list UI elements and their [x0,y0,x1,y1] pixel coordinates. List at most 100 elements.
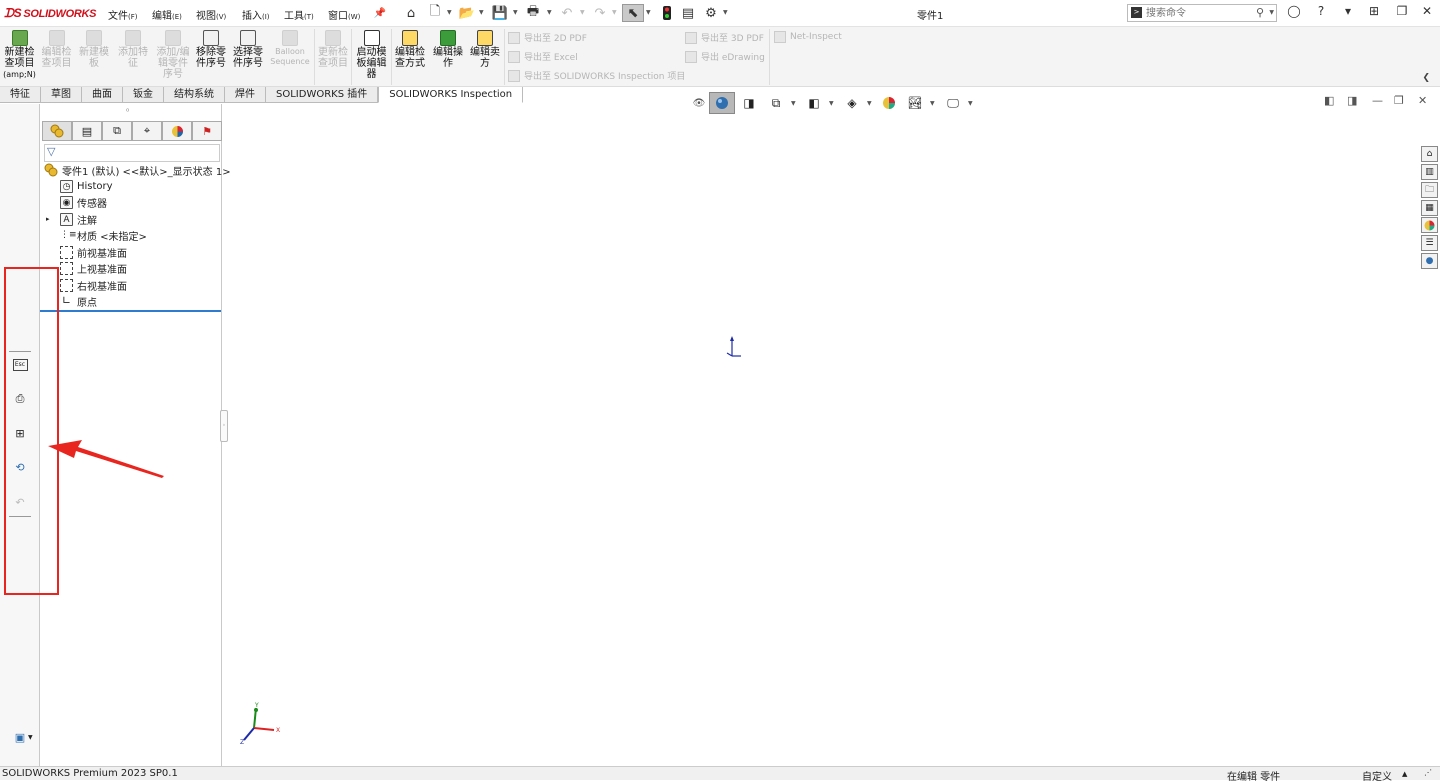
design-library-icon[interactable]: ▥ [1421,164,1438,180]
solidworks-logo[interactable]: ᗪS SOLIDWORKS [4,6,96,21]
tab-structure-system[interactable]: 结构系统 [164,87,225,103]
tab-weldments[interactable]: 焊件 [225,87,266,103]
new-document-icon[interactable]: 🗋 [425,4,445,22]
help-dropdown-icon[interactable]: ▾ [1338,4,1358,22]
search-command-input[interactable] [1146,6,1256,20]
view-orientation-dropdown-icon[interactable]: ▼ [791,100,796,107]
tree-item-history[interactable]: ◷ History [60,178,113,194]
display-manager-tab-icon[interactable] [162,121,192,141]
restore-layout-icon[interactable]: ⊞ [1364,4,1384,22]
dimxpert-manager-tab-icon[interactable]: ⌖ [132,121,162,141]
open-dropdown-icon[interactable]: ▼ [479,9,484,16]
tab-sketch[interactable]: 草图 [41,87,82,103]
select-dropdown-icon[interactable]: ▼ [646,9,651,16]
edit-operation-button[interactable]: 编辑操作 [431,30,465,69]
edit-inspection-method-button[interactable]: 编辑检查方式 [393,30,427,69]
new-template-button[interactable]: 新建模板 [77,30,111,69]
add-edit-balloon-button[interactable]: 添加/编辑零件序号 [155,30,191,80]
tree-root-part[interactable]: 零件1 (默认) <<默认>_显示状态 1> [44,162,231,178]
menu-insert[interactable]: 插入(I) [242,7,270,22]
tree-item-material[interactable]: ⋮≡ 材质 <未指定> [60,227,147,243]
apply-scene-icon[interactable]: 🏞 [906,94,924,112]
part-dropdown-icon[interactable]: ▼ [28,734,33,741]
menu-edit[interactable]: 编辑(E) [152,7,182,22]
status-resize-grip-icon[interactable]: ⋰ [1424,768,1432,777]
view-settings-dropdown-icon[interactable]: ▼ [968,100,973,107]
options-gear-icon[interactable]: ⚙ [701,4,721,22]
launch-template-editor-button[interactable]: 启动模板编辑器 [354,30,389,80]
export-2d-pdf-button[interactable]: 导出至 2D PDF [508,31,587,44]
options-dropdown-icon[interactable]: ▼ [723,9,728,16]
redo-icon[interactable]: ↷ [590,4,610,22]
tree-item-sensors[interactable]: ◉ 传感器 [60,194,107,210]
tab-sheet-metal[interactable]: 钣金 [123,87,164,103]
net-inspect-button[interactable]: Net-Inspect [774,31,842,43]
search-icon[interactable]: ⚲ [1256,6,1264,19]
tab-solidworks-inspection[interactable]: SOLIDWORKS Inspection [378,87,524,103]
hide-show-dropdown-icon[interactable]: ▼ [867,100,872,107]
new-inspection-project-button[interactable]: 新建检查项目 (amp;N) [3,30,36,80]
save-dropdown-icon[interactable]: ▼ [513,9,518,16]
view-settings-icon[interactable]: 🖵 [944,94,962,112]
display-style-shaded-icon[interactable] [709,92,735,114]
export-3d-pdf-button[interactable]: 导出至 3D PDF [685,31,764,44]
redo-dropdown-icon[interactable]: ▼ [612,9,617,16]
edit-vendor-button[interactable]: 编辑卖方 [468,30,502,69]
remove-balloon-button[interactable]: 移除零件序号 [194,30,228,69]
menu-tools[interactable]: 工具(T) [284,7,314,22]
doc-minimize-icon[interactable]: — [1372,94,1383,107]
solidworks-forum-icon[interactable]: ● [1421,253,1438,269]
section-view-icon[interactable]: ◨ [740,94,758,112]
print-dropdown-icon[interactable]: ▼ [547,9,552,16]
part-cube-icon[interactable]: ▣ [11,728,29,746]
file-properties-icon[interactable]: ▤ [678,4,698,22]
save-icon[interactable]: 💾 [490,4,510,22]
graphics-collapse-left-icon[interactable]: ◧ [1324,94,1334,107]
add-feature-button[interactable]: 添加特征 [117,30,149,69]
pin-icon[interactable]: 📌 [370,4,390,22]
menu-file[interactable]: 文件(F) [108,7,138,22]
open-folder-icon[interactable]: 📂 [457,4,477,22]
featuremanager-tree-tab-icon[interactable] [42,121,72,141]
appearances-scenes-icon[interactable] [1421,217,1438,233]
hide-show-items-icon[interactable]: ◈ [843,94,861,112]
status-units-custom[interactable]: 自定义 [1362,768,1392,783]
panel-splitter-handle[interactable]: ◦ [220,410,228,442]
update-inspection-project-button[interactable]: 更新检查项目 [316,30,350,69]
help-icon[interactable]: ? [1311,4,1331,22]
scene-dropdown-icon[interactable]: ▼ [930,100,935,107]
tree-item-origin[interactable]: ∟ 原点 [60,293,97,309]
property-manager-tab-icon[interactable]: ▤ [72,121,102,141]
inspection-manager-tab-icon[interactable]: ⚑ [192,121,222,141]
rollback-bar[interactable] [40,310,221,312]
command-search[interactable]: > ⚲ ▼ [1127,4,1277,22]
export-inspection-project-button[interactable]: 导出至 SOLIDWORKS Inspection 项目 [508,69,685,82]
rebuild-traffic-light-icon[interactable] [657,4,677,22]
select-balloon-button[interactable]: 选择零件序号 [231,30,265,69]
home-icon[interactable]: ⌂ [401,4,421,22]
menu-window[interactable]: 窗口(W) [328,7,360,22]
select-arrow-icon[interactable]: ⬉ [622,4,644,22]
tree-item-annotations[interactable]: ▸ A 注解 [46,211,97,227]
undo-icon[interactable]: ↶ [557,4,577,22]
display-style-icon[interactable]: ◧ [805,94,823,112]
tab-solidworks-addins[interactable]: SOLIDWORKS 插件 [266,87,379,103]
tab-features[interactable]: 特征 [0,87,41,103]
tree-item-right-plane[interactable]: 右视基准面 [60,277,127,293]
view-orientation-icon[interactable]: ⧉ [767,94,785,112]
file-explorer-icon[interactable]: 🗀 [1421,182,1438,198]
window-close-icon[interactable]: ✕ [1417,4,1437,22]
tab-surfaces[interactable]: 曲面 [82,87,123,103]
doc-close-icon[interactable]: ✕ [1418,94,1427,107]
ribbon-expand-icon[interactable]: ❮ [1422,73,1430,83]
edit-inspection-project-button[interactable]: 编辑检查项目 [40,30,73,69]
graphics-collapse-right-icon[interactable]: ◨ [1347,94,1357,107]
new-dropdown-icon[interactable]: ▼ [447,9,452,16]
undo-dropdown-icon[interactable]: ▼ [580,9,585,16]
doc-restore-icon[interactable]: ❐ [1394,94,1404,107]
export-excel-button[interactable]: 导出至 Excel [508,50,578,63]
user-account-icon[interactable]: ◯ [1284,4,1304,22]
window-restore-icon[interactable]: ❐ [1392,4,1412,22]
view-palette-icon[interactable]: ▦ [1421,200,1438,216]
view-eye-icon[interactable]: 👁 [690,94,708,112]
